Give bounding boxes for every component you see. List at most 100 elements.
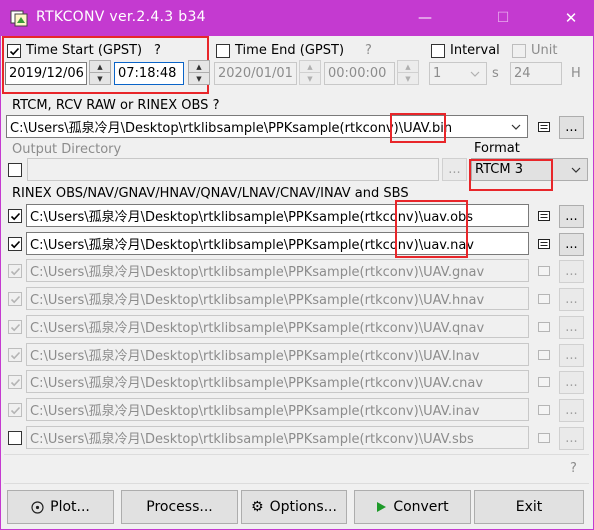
plot-button-label: Plot... [50,499,90,515]
rinex-file-browse-button[interactable]: ... [559,316,584,339]
checkmark-icon [9,47,19,55]
rinex-file-path[interactable]: C:\Users\孤泉冷月\Desktop\rtklibsample\PPKsa… [26,259,529,282]
time-end-time-input[interactable]: 00:00:00 [324,62,395,85]
time-end-label: Time End (GPST) [235,43,345,58]
rinex-file-browse-button[interactable]: ... [559,260,584,283]
interval-value: 1 [433,66,442,81]
view-file-icon[interactable] [538,211,550,221]
rinex-file-path[interactable]: C:\Users\孤泉冷月\Desktop\rtklibsample\PPKsa… [26,315,529,338]
spin-up-icon[interactable]: ▲ [300,61,320,73]
time-end-checkbox[interactable] [216,44,230,58]
rinex-file-checkbox[interactable] [8,237,22,251]
rinex-file-browse-button[interactable]: ... [559,205,584,228]
time-start-help[interactable]: ? [154,43,161,58]
time-end-date-input[interactable]: 2020/01/01 [214,62,297,85]
unit-label: Unit [531,43,558,58]
time-start-date-input[interactable]: 2019/12/06 [5,62,87,85]
maximize-button[interactable]: ☐ [480,0,526,36]
rinex-file-browse-button[interactable]: ... [559,233,584,256]
output-dir-checkbox[interactable] [8,163,22,177]
input-file-highlight [390,113,446,143]
view-file-icon[interactable] [538,433,550,443]
unit-checkbox[interactable] [512,44,526,58]
chevron-down-icon [470,63,480,84]
rinex-file-browse-button[interactable]: ... [559,427,584,450]
minimize-button[interactable]: — [402,0,448,36]
options-button-label: Options... [269,499,337,515]
interval-select[interactable]: 1 [429,62,487,85]
view-file-icon[interactable] [538,377,550,387]
plot-icon [31,500,44,514]
spin-down-icon[interactable]: ▼ [398,73,418,84]
time-start-label: Time Start (GPST) [26,43,143,58]
view-file-icon[interactable] [538,122,550,132]
checkmark-icon [10,240,20,248]
spin-down-icon[interactable]: ▼ [300,73,320,84]
spin-down-icon[interactable]: ▼ [90,73,110,84]
input-file-path: C:\Users\孤泉冷月\Desktop\rtklibsample\PPKsa… [10,121,453,136]
rinex-file-checkbox[interactable] [8,348,22,362]
rinex-file-checkbox[interactable] [8,209,22,223]
rinex-file-browse-button[interactable]: ... [559,344,584,367]
rinex-file-checkbox[interactable] [8,375,22,389]
output-dir-browse-button[interactable]: ... [442,158,467,181]
unit-input[interactable]: 24 [510,62,562,85]
status-help[interactable]: ? [570,461,577,476]
exit-button[interactable]: Exit [474,490,584,524]
input-file-label: RTCM, RCV RAW or RINEX OBS ? [12,98,219,113]
time-end-time-spinner[interactable]: ▲ ▼ [397,60,419,85]
interval-label: Interval [450,43,500,58]
spin-up-icon[interactable]: ▲ [90,61,110,73]
interval-checkbox[interactable] [431,44,445,58]
status-bar: ? [4,454,589,484]
checkmark-icon [10,351,20,359]
process-button[interactable]: Process... [121,490,238,524]
rinex-file-path[interactable]: C:\Users\孤泉冷月\Desktop\rtklibsample\PPKsa… [26,343,529,366]
spin-down-icon[interactable]: ▼ [189,73,209,84]
time-start-date-spinner[interactable]: ▲ ▼ [89,60,111,85]
rinex-file-path[interactable]: C:\Users\孤泉冷月\Desktop\rtklibsample\PPKsa… [26,287,529,310]
rinex-file-browse-button[interactable]: ... [559,399,584,422]
rinex-file-checkbox[interactable] [8,320,22,334]
input-file-help[interactable]: ? [213,98,220,113]
rinex-file-path[interactable]: C:\Users\孤泉冷月\Desktop\rtklibsample\PPKsa… [26,398,529,421]
minimize-icon: — [418,10,432,26]
rinex-file-browse-button[interactable]: ... [559,288,584,311]
time-end-help[interactable]: ? [365,43,372,58]
time-start-checkbox[interactable] [7,44,21,58]
chevron-down-icon [511,116,521,137]
window-title: RTKCONV ver.2.4.3 b34 [36,9,206,25]
rinex-file-path[interactable]: C:\Users\孤泉冷月\Desktop\rtklibsample\PPKsa… [26,426,529,449]
rinex-label: RINEX OBS/NAV/GNAV/HNAV/QNAV/LNAV/CNAV/I… [12,186,409,201]
view-file-icon[interactable] [538,322,550,332]
rinex-file-checkbox[interactable] [8,264,22,278]
spin-up-icon[interactable]: ▲ [189,61,209,73]
rinex-file-checkbox[interactable] [8,403,22,417]
play-icon [377,502,387,512]
options-button[interactable]: ⚙ Options... [241,490,347,524]
time-start-time-spinner[interactable]: ▲ ▼ [188,60,210,85]
rinex-file-path[interactable]: C:\Users\孤泉冷月\Desktop\rtklibsample\PPKsa… [26,370,529,393]
view-file-icon[interactable] [538,405,550,415]
chevron-down-icon [571,159,581,180]
output-dir-input[interactable] [27,158,439,181]
view-file-icon[interactable] [538,239,550,249]
view-file-icon[interactable] [538,266,550,276]
checkmark-icon [10,323,20,331]
checkmark-icon [10,378,20,386]
rinex-file-checkbox[interactable] [8,431,22,445]
title-bar: RTKCONV ver.2.4.3 b34 — ☐ ✕ [0,0,594,36]
convert-button[interactable]: Convert [354,490,471,524]
close-button[interactable]: ✕ [548,0,594,36]
plot-button[interactable]: Plot... [7,490,114,524]
rinex-file-browse-button[interactable]: ... [559,371,584,394]
view-file-icon[interactable] [538,294,550,304]
close-icon: ✕ [564,9,578,27]
time-end-date-spinner[interactable]: ▲ ▼ [299,60,321,85]
input-file-browse-button[interactable]: ... [559,116,584,139]
view-file-icon[interactable] [538,350,550,360]
spin-up-icon[interactable]: ▲ [398,61,418,73]
input-file-combo[interactable]: C:\Users\孤泉冷月\Desktop\rtklibsample\PPKsa… [6,115,528,138]
rinex-file-checkbox[interactable] [8,292,22,306]
time-start-time-input[interactable]: 07:18:48 [114,62,184,85]
